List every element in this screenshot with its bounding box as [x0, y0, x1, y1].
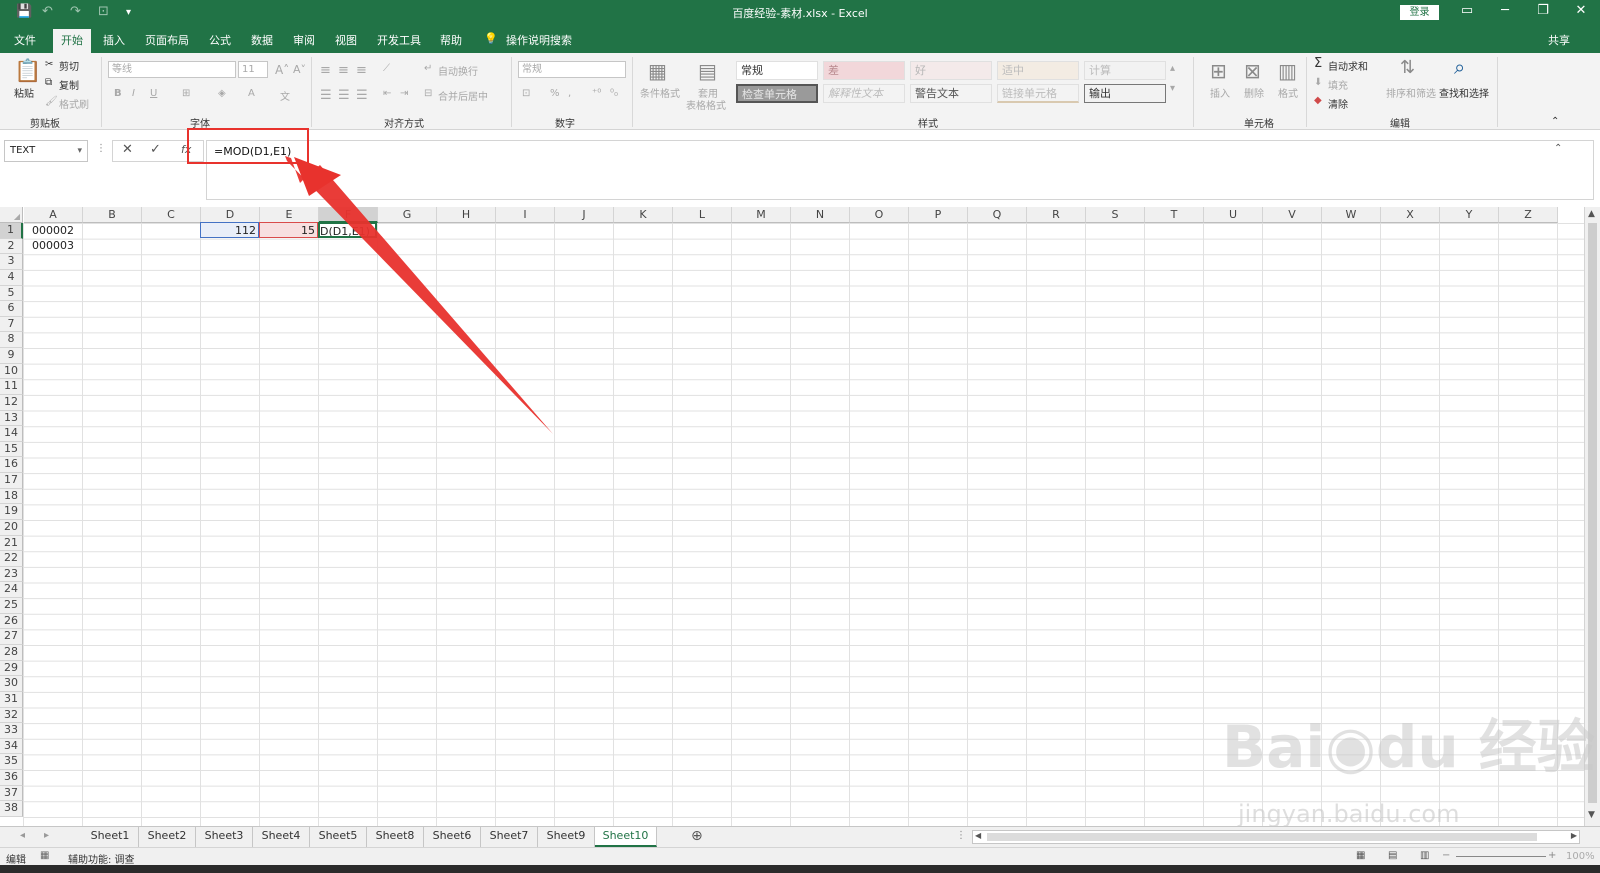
- accessibility-status[interactable]: 辅助功能: 调查: [68, 851, 135, 866]
- status-mode: 编辑: [6, 855, 26, 866]
- taskbar: [0, 865, 1600, 873]
- sheet-tab-sheet9[interactable]: Sheet9: [538, 827, 595, 847]
- zoom-out-icon[interactable]: −: [1442, 850, 1450, 861]
- sheet-tab-sheet4[interactable]: Sheet4: [253, 827, 310, 847]
- sheet-tab-sheet7[interactable]: Sheet7: [481, 827, 538, 847]
- zoom-slider[interactable]: [1456, 856, 1546, 857]
- normal-view-icon[interactable]: ▦: [1356, 850, 1365, 861]
- baidu-logo-watermark: Bai◉du 经验: [1222, 713, 1595, 781]
- page-break-view-icon[interactable]: ▥: [1420, 850, 1429, 861]
- scroll-right-icon[interactable]: ▶: [1571, 831, 1577, 840]
- sheet-next-icon[interactable]: ▸: [44, 830, 49, 841]
- scroll-up-icon[interactable]: ▲: [1588, 209, 1595, 219]
- page-layout-view-icon[interactable]: ▤: [1388, 850, 1397, 861]
- watermark-url: jingyan.baidu.com: [1238, 800, 1460, 828]
- scroll-down-icon[interactable]: ▼: [1588, 810, 1595, 820]
- sheet-tab-sheet8[interactable]: Sheet8: [367, 827, 424, 847]
- sheet-tab-sheet10[interactable]: Sheet10: [595, 827, 657, 847]
- sheet-tab-sheet3[interactable]: Sheet3: [196, 827, 253, 847]
- sheet-prev-icon[interactable]: ◂: [20, 830, 25, 841]
- zoom-in-icon[interactable]: +: [1548, 850, 1556, 861]
- macro-record-icon[interactable]: ▦: [40, 850, 49, 861]
- horizontal-scrollbar[interactable]: ◀ ▶: [972, 830, 1580, 844]
- scroll-left-icon[interactable]: ◀: [975, 831, 981, 840]
- tab-split-icon[interactable]: ⋮: [956, 830, 966, 841]
- new-sheet-icon[interactable]: ⊕: [691, 828, 703, 844]
- zoom-level[interactable]: 100%: [1566, 851, 1595, 862]
- sheet-tab-sheet5[interactable]: Sheet5: [310, 827, 367, 847]
- horizontal-scroll-thumb[interactable]: [987, 833, 1537, 841]
- sheet-tab-bar: ◂ ▸ Sheet1 Sheet2 Sheet3 Sheet4 Sheet5 Sheet8…: [0, 826, 1600, 847]
- sheet-tab-sheet6[interactable]: Sheet6: [424, 827, 481, 847]
- status-bar: 编辑 ▦ 辅助功能: 调查 ▦ ▤ ▥ − + 100%: [0, 847, 1600, 866]
- sheet-tab-sheet1[interactable]: Sheet1: [82, 827, 139, 847]
- sheet-tab-sheet2[interactable]: Sheet2: [139, 827, 196, 847]
